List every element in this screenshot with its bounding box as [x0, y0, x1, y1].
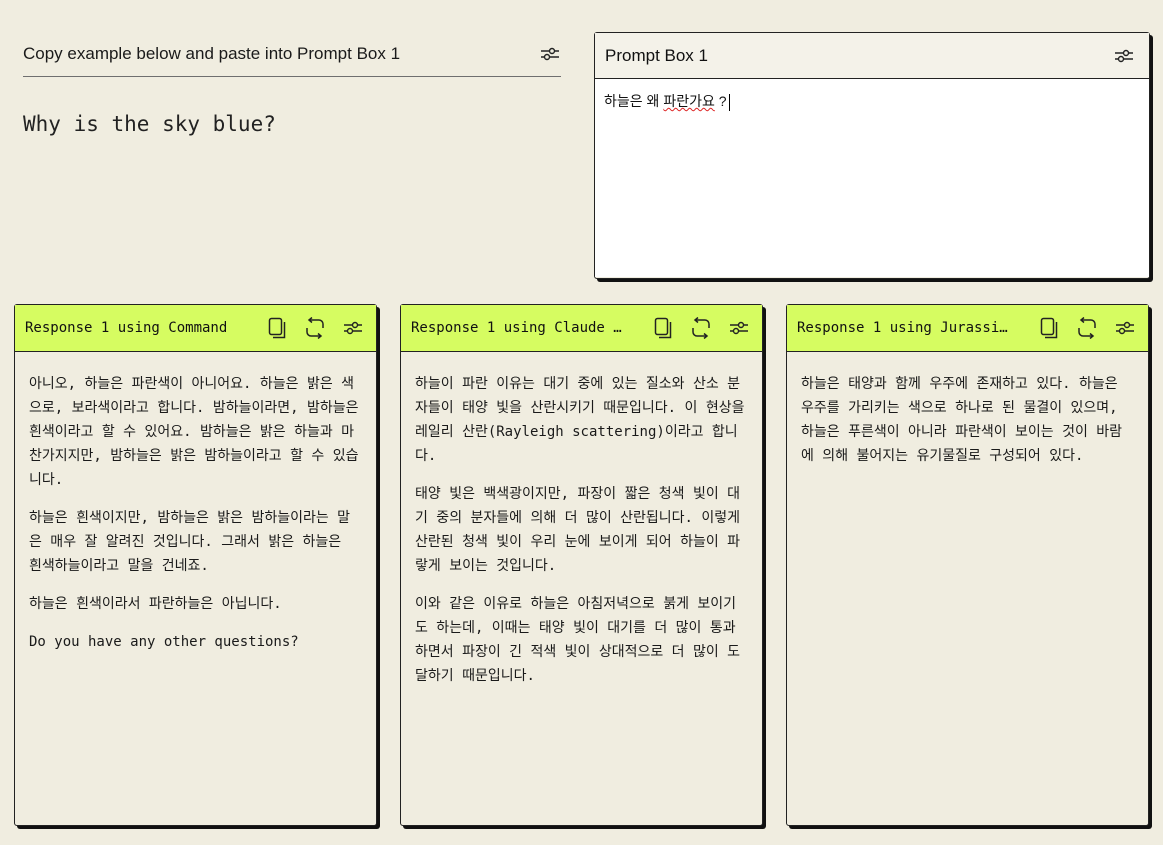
response-paragraph: 하늘은 흰색이지만, 밤하늘은 밝은 밤하늘이라는 말은 매우 잘 알려진 것입… [29, 510, 351, 574]
response-title: Response 1 using Command [25, 320, 228, 336]
prompt-box-title: Prompt Box 1 [605, 45, 708, 65]
prompt-box-header: Prompt Box 1 [595, 33, 1149, 79]
sliders-icon[interactable] [1114, 317, 1136, 339]
prompt-box: Prompt Box 1 하늘은 왜 파란가요 ? [594, 32, 1150, 279]
regenerate-icon[interactable] [304, 317, 326, 339]
sliders-icon[interactable] [539, 43, 561, 65]
example-prompt-text: Why is the sky blue? [23, 112, 276, 136]
response-card: Response 1 using Jurassi… 하늘은 태양과 함께 우주에… [786, 304, 1149, 826]
prompt-input-text-end: ? [714, 93, 727, 109]
response-paragraph: 하늘은 흰색이라서 파란하늘은 아닙니다. [29, 596, 282, 612]
regenerate-icon[interactable] [690, 317, 712, 339]
sliders-icon[interactable] [342, 317, 364, 339]
prompt-input[interactable]: 하늘은 왜 파란가요 ? [595, 79, 1149, 277]
response-paragraph: 태양 빛은 백색광이지만, 파장이 짧은 청색 빛이 대기 중의 분자들에 의해… [415, 486, 741, 574]
sliders-icon[interactable] [728, 317, 750, 339]
text-caret [728, 93, 730, 111]
response-header: Response 1 using Jurassi… [787, 305, 1148, 352]
response-header: Response 1 using Command [15, 305, 376, 352]
response-paragraph: Do you have any other questions? [29, 634, 299, 650]
example-header: Copy example below and paste into Prompt… [23, 32, 561, 77]
response-body: 하늘은 태양과 함께 우주에 존재하고 있다. 하늘은 우주를 가리키는 색으로… [787, 352, 1148, 468]
response-header: Response 1 using Claude … [401, 305, 762, 352]
sliders-icon[interactable] [1113, 45, 1135, 67]
response-card: Response 1 using Command 아니오, 하늘은 파란색이 아… [14, 304, 377, 826]
example-title: Copy example below and paste into Prompt… [23, 44, 401, 63]
copy-icon[interactable] [652, 317, 674, 339]
response-title: Response 1 using Claude … [411, 320, 622, 336]
response-paragraph: 하늘이 파란 이유는 대기 중에 있는 질소와 산소 분자들이 태양 빛을 산란… [415, 376, 745, 464]
misspelled-word: 파란가요 [663, 93, 715, 109]
copy-icon[interactable] [1038, 317, 1060, 339]
copy-icon[interactable] [266, 317, 288, 339]
response-title: Response 1 using Jurassi… [797, 320, 1008, 336]
response-paragraph: 아니오, 하늘은 파란색이 아니어요. 하늘은 밝은 색으로, 보라색이라고 합… [29, 376, 359, 488]
response-card: Response 1 using Claude … 하늘이 파란 이유는 대기 … [400, 304, 763, 826]
prompt-input-text: 하늘은 왜 [604, 93, 664, 109]
response-body: 하늘이 파란 이유는 대기 중에 있는 질소와 산소 분자들이 태양 빛을 산란… [401, 352, 762, 688]
regenerate-icon[interactable] [1076, 317, 1098, 339]
response-paragraph: 이와 같은 이유로 하늘은 아침저녁으로 붉게 보이기도 하는데, 이때는 태양… [415, 596, 741, 684]
response-body: 아니오, 하늘은 파란색이 아니어요. 하늘은 밝은 색으로, 보라색이라고 합… [15, 352, 376, 654]
response-paragraph: 하늘은 태양과 함께 우주에 존재하고 있다. 하늘은 우주를 가리키는 색으로… [801, 376, 1123, 464]
